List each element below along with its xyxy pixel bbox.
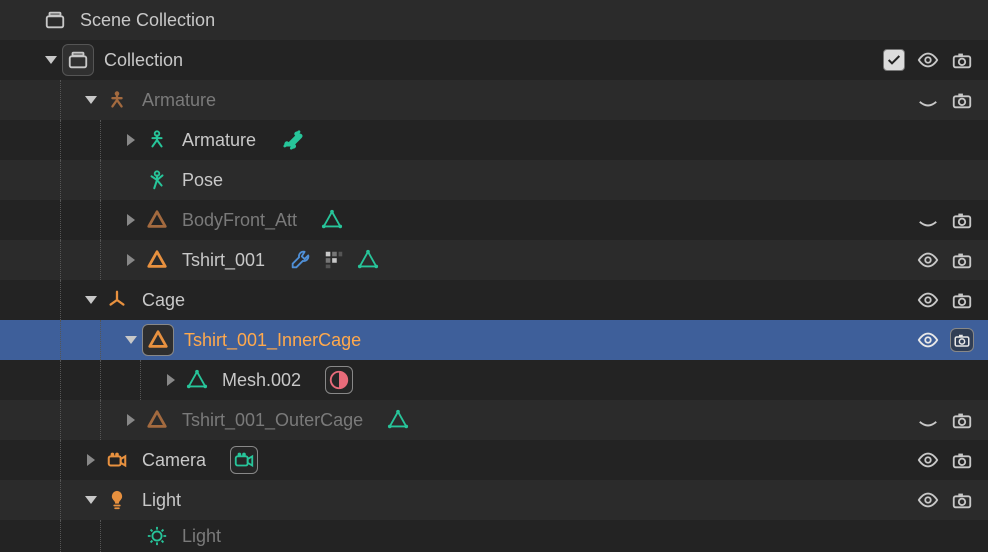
uv-icon[interactable] — [323, 249, 345, 271]
exclude-checkbox[interactable] — [882, 48, 906, 72]
mesh-data-icon — [186, 369, 208, 391]
light-data-icon — [146, 525, 168, 547]
row-armature-obj[interactable]: Armature — [0, 80, 988, 120]
row-collection[interactable]: Collection — [0, 40, 988, 80]
camera-icon — [951, 49, 973, 71]
toggle-visibility[interactable] — [916, 88, 940, 112]
row-light-obj[interactable]: Light — [0, 480, 988, 520]
eye-icon — [917, 249, 939, 271]
toggle-visibility[interactable] — [916, 408, 940, 432]
mesh002-label: Mesh.002 — [216, 370, 301, 391]
toggle-visibility[interactable] — [916, 48, 940, 72]
eye-icon — [917, 449, 939, 471]
expander-outercage[interactable] — [120, 414, 142, 426]
toggle-render[interactable] — [950, 48, 974, 72]
eye-closed-icon — [917, 409, 939, 431]
vertex-groups-icon[interactable] — [357, 249, 379, 271]
mesh-icon — [146, 409, 168, 431]
expander-bodyfront[interactable] — [120, 214, 142, 226]
light-obj-label: Light — [136, 490, 181, 511]
eye-closed-icon — [917, 209, 939, 231]
armature-data-label: Armature — [176, 130, 256, 151]
toggle-render[interactable] — [950, 488, 974, 512]
camera-icon — [951, 89, 973, 111]
toggle-render[interactable] — [950, 88, 974, 112]
row-armature-data[interactable]: Armature — [0, 120, 988, 160]
expander-armature-obj[interactable] — [80, 96, 102, 104]
row-light-data[interactable]: Light — [0, 520, 988, 552]
row-scene-collection[interactable]: Scene Collection — [0, 0, 988, 40]
vertex-groups-icon — [321, 209, 343, 231]
toggle-render[interactable] — [950, 288, 974, 312]
outliner-panel: Scene Collection Collection — [0, 0, 988, 552]
eye-icon — [917, 49, 939, 71]
cage-label: Cage — [136, 290, 185, 311]
eye-icon — [917, 329, 939, 351]
camera-obj-icon — [106, 449, 128, 471]
mesh-icon — [146, 209, 168, 231]
toggle-visibility[interactable] — [916, 248, 940, 272]
expander-innercage[interactable] — [120, 336, 142, 344]
toggle-render[interactable] — [950, 328, 974, 352]
mesh-icon — [147, 329, 169, 351]
modifier-wrench-icon[interactable] — [289, 249, 311, 271]
expander-light[interactable] — [80, 496, 102, 504]
expander-camera[interactable] — [80, 454, 102, 466]
eye-icon — [917, 289, 939, 311]
camera-icon — [951, 449, 973, 471]
camera-icon — [953, 329, 971, 351]
empty-axes-icon — [106, 289, 128, 311]
toggle-render[interactable] — [950, 248, 974, 272]
toggle-visibility[interactable] — [916, 488, 940, 512]
camera-icon — [951, 409, 973, 431]
toggle-render[interactable] — [950, 408, 974, 432]
row-camera[interactable]: Camera — [0, 440, 988, 480]
toggle-render[interactable] — [950, 208, 974, 232]
expander-mesh002[interactable] — [160, 374, 182, 386]
toggle-visibility[interactable] — [916, 328, 940, 352]
vertex-groups-icon — [387, 409, 409, 431]
eye-icon — [917, 489, 939, 511]
material-icon[interactable] — [328, 369, 350, 391]
pose-icon — [146, 169, 168, 191]
toggle-visibility[interactable] — [916, 208, 940, 232]
row-mesh002[interactable]: Mesh.002 — [0, 360, 988, 400]
tshirt-innercage-label: Tshirt_001_InnerCage — [178, 330, 361, 351]
expander-tshirt[interactable] — [120, 254, 142, 266]
bodyfront-label: BodyFront_Att — [176, 210, 297, 231]
toggle-visibility[interactable] — [916, 448, 940, 472]
collection-icon — [44, 9, 66, 31]
expander-collection[interactable] — [40, 56, 62, 64]
mesh-icon — [146, 249, 168, 271]
row-bodyfront[interactable]: BodyFront_Att — [0, 200, 988, 240]
row-cage[interactable]: Cage — [0, 280, 988, 320]
light-data-label: Light — [176, 526, 221, 547]
scene-collection-label: Scene Collection — [74, 10, 215, 31]
camera-icon — [951, 489, 973, 511]
toggle-visibility[interactable] — [916, 288, 940, 312]
camera-data-icon[interactable] — [233, 449, 255, 471]
eye-closed-icon — [917, 89, 939, 111]
tshirt-label: Tshirt_001 — [176, 250, 265, 271]
camera-label: Camera — [136, 450, 206, 471]
toggle-render[interactable] — [950, 448, 974, 472]
armature-obj-label: Armature — [136, 90, 216, 111]
row-tshirt-outercage[interactable]: Tshirt_001_OuterCage — [0, 400, 988, 440]
armature-data-icon — [146, 129, 168, 151]
expander-cage[interactable] — [80, 296, 102, 304]
bone-icon — [280, 127, 306, 153]
row-tshirt-innercage[interactable]: Tshirt_001_InnerCage — [0, 320, 988, 360]
camera-icon — [951, 209, 973, 231]
camera-icon — [951, 289, 973, 311]
armature-icon — [106, 89, 128, 111]
row-pose[interactable]: Pose — [0, 160, 988, 200]
row-tshirt[interactable]: Tshirt_001 — [0, 240, 988, 280]
light-icon — [106, 489, 128, 511]
collection-icon — [67, 49, 89, 71]
pose-label: Pose — [176, 170, 223, 191]
collection-label: Collection — [98, 50, 183, 71]
tshirt-outercage-label: Tshirt_001_OuterCage — [176, 410, 363, 431]
expander-armature-data[interactable] — [120, 134, 142, 146]
camera-icon — [951, 249, 973, 271]
